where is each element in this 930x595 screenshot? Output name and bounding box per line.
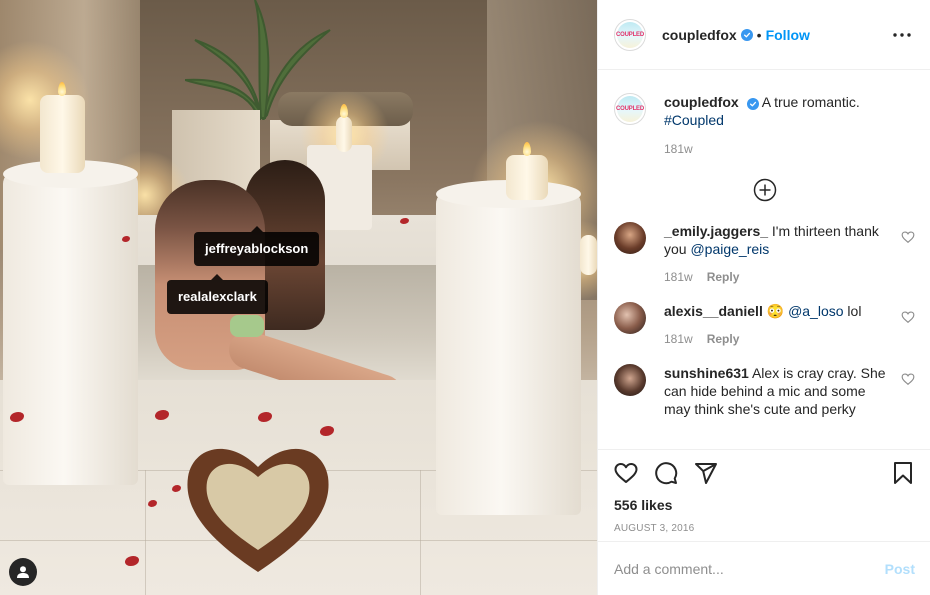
comments-list[interactable]: COUPLED coupledfox A true romantic. #Cou… [598, 71, 930, 449]
comment-input[interactable] [614, 560, 885, 577]
caption-age[interactable]: 181w [664, 142, 693, 156]
heart-icon[interactable] [901, 310, 915, 324]
user-tag[interactable]: jeffreyablockson [194, 226, 320, 266]
avatar[interactable]: COUPLED [614, 93, 646, 125]
reply-button[interactable]: Reply [707, 270, 740, 284]
candle [40, 95, 85, 173]
mention-link[interactable]: @paige_reis [690, 241, 769, 257]
candle [506, 155, 548, 200]
post-button[interactable]: Post [885, 561, 915, 577]
post-actions: 556 likes AUGUST 3, 2016 [598, 449, 930, 541]
post-header: COUPLED coupledfox • Follow [598, 0, 930, 70]
like-count[interactable]: 556 likes [614, 496, 915, 514]
author-username[interactable]: coupledfox [662, 27, 737, 43]
avatar-logo: COUPLED [616, 31, 644, 38]
avatar[interactable] [614, 364, 646, 396]
save-icon[interactable] [875, 453, 915, 493]
swimwear [230, 315, 264, 337]
comment-username[interactable]: alexis__daniell [664, 303, 763, 319]
tile-line [420, 470, 421, 595]
pillar [436, 190, 581, 515]
candle-flame [523, 142, 531, 156]
avatar[interactable] [614, 222, 646, 254]
hashtag-link[interactable]: #Coupled [664, 112, 724, 128]
follow-button[interactable]: Follow [766, 27, 810, 43]
post-photo[interactable]: jeffreyablockson realalexclark [0, 0, 597, 595]
heart-icon[interactable] [901, 372, 915, 386]
separator: • [756, 26, 762, 43]
pillar [3, 170, 138, 485]
post-date[interactable]: AUGUST 3, 2016 [614, 523, 915, 534]
comment: sunshine631 Alex is cray cray. She can h… [614, 364, 915, 418]
comment-age[interactable]: 181w [664, 270, 693, 284]
caption: COUPLED coupledfox A true romantic. #Cou… [614, 71, 915, 156]
candle [336, 116, 352, 152]
candle-flame [340, 104, 348, 118]
heart-bowl [187, 448, 329, 572]
comment-username[interactable]: _emily.jaggers_ [664, 223, 768, 239]
emoji-flushed: 😳 [766, 303, 785, 319]
post-side-panel: COUPLED coupledfox • Follow COUPLED coup… [597, 0, 930, 595]
candle [580, 235, 597, 275]
comment: alexis__daniell 😳 @a_loso lol 181w Reply [614, 302, 915, 346]
share-icon[interactable] [694, 453, 734, 493]
user-tag-icon[interactable] [9, 558, 37, 586]
reply-button[interactable]: Reply [707, 332, 740, 346]
heart-icon[interactable] [614, 453, 654, 493]
caption-username[interactable]: coupledfox [664, 94, 739, 110]
avatar-logo: COUPLED [616, 106, 644, 112]
avatar[interactable]: COUPLED [614, 18, 646, 51]
user-tag[interactable]: realalexclark [167, 274, 268, 314]
load-more-icon[interactable] [614, 178, 915, 202]
caption-text: A true romantic. [761, 94, 860, 110]
verified-icon [746, 98, 759, 110]
comment-username[interactable]: sunshine631 [664, 365, 749, 381]
tile-line [145, 470, 146, 595]
comment-composer: Post [598, 541, 930, 595]
heart-icon[interactable] [901, 230, 915, 244]
comment-age[interactable]: 181w [664, 332, 693, 346]
comment-text: lol [847, 303, 862, 319]
comment-icon[interactable] [654, 453, 694, 493]
mention-link[interactable]: @a_loso [788, 303, 843, 319]
comment: _emily.jaggers_ I'm thirteen thank you @… [614, 222, 915, 284]
verified-icon [740, 28, 753, 41]
avatar[interactable] [614, 302, 646, 334]
candle-flame [58, 82, 66, 96]
more-icon[interactable] [890, 23, 914, 47]
